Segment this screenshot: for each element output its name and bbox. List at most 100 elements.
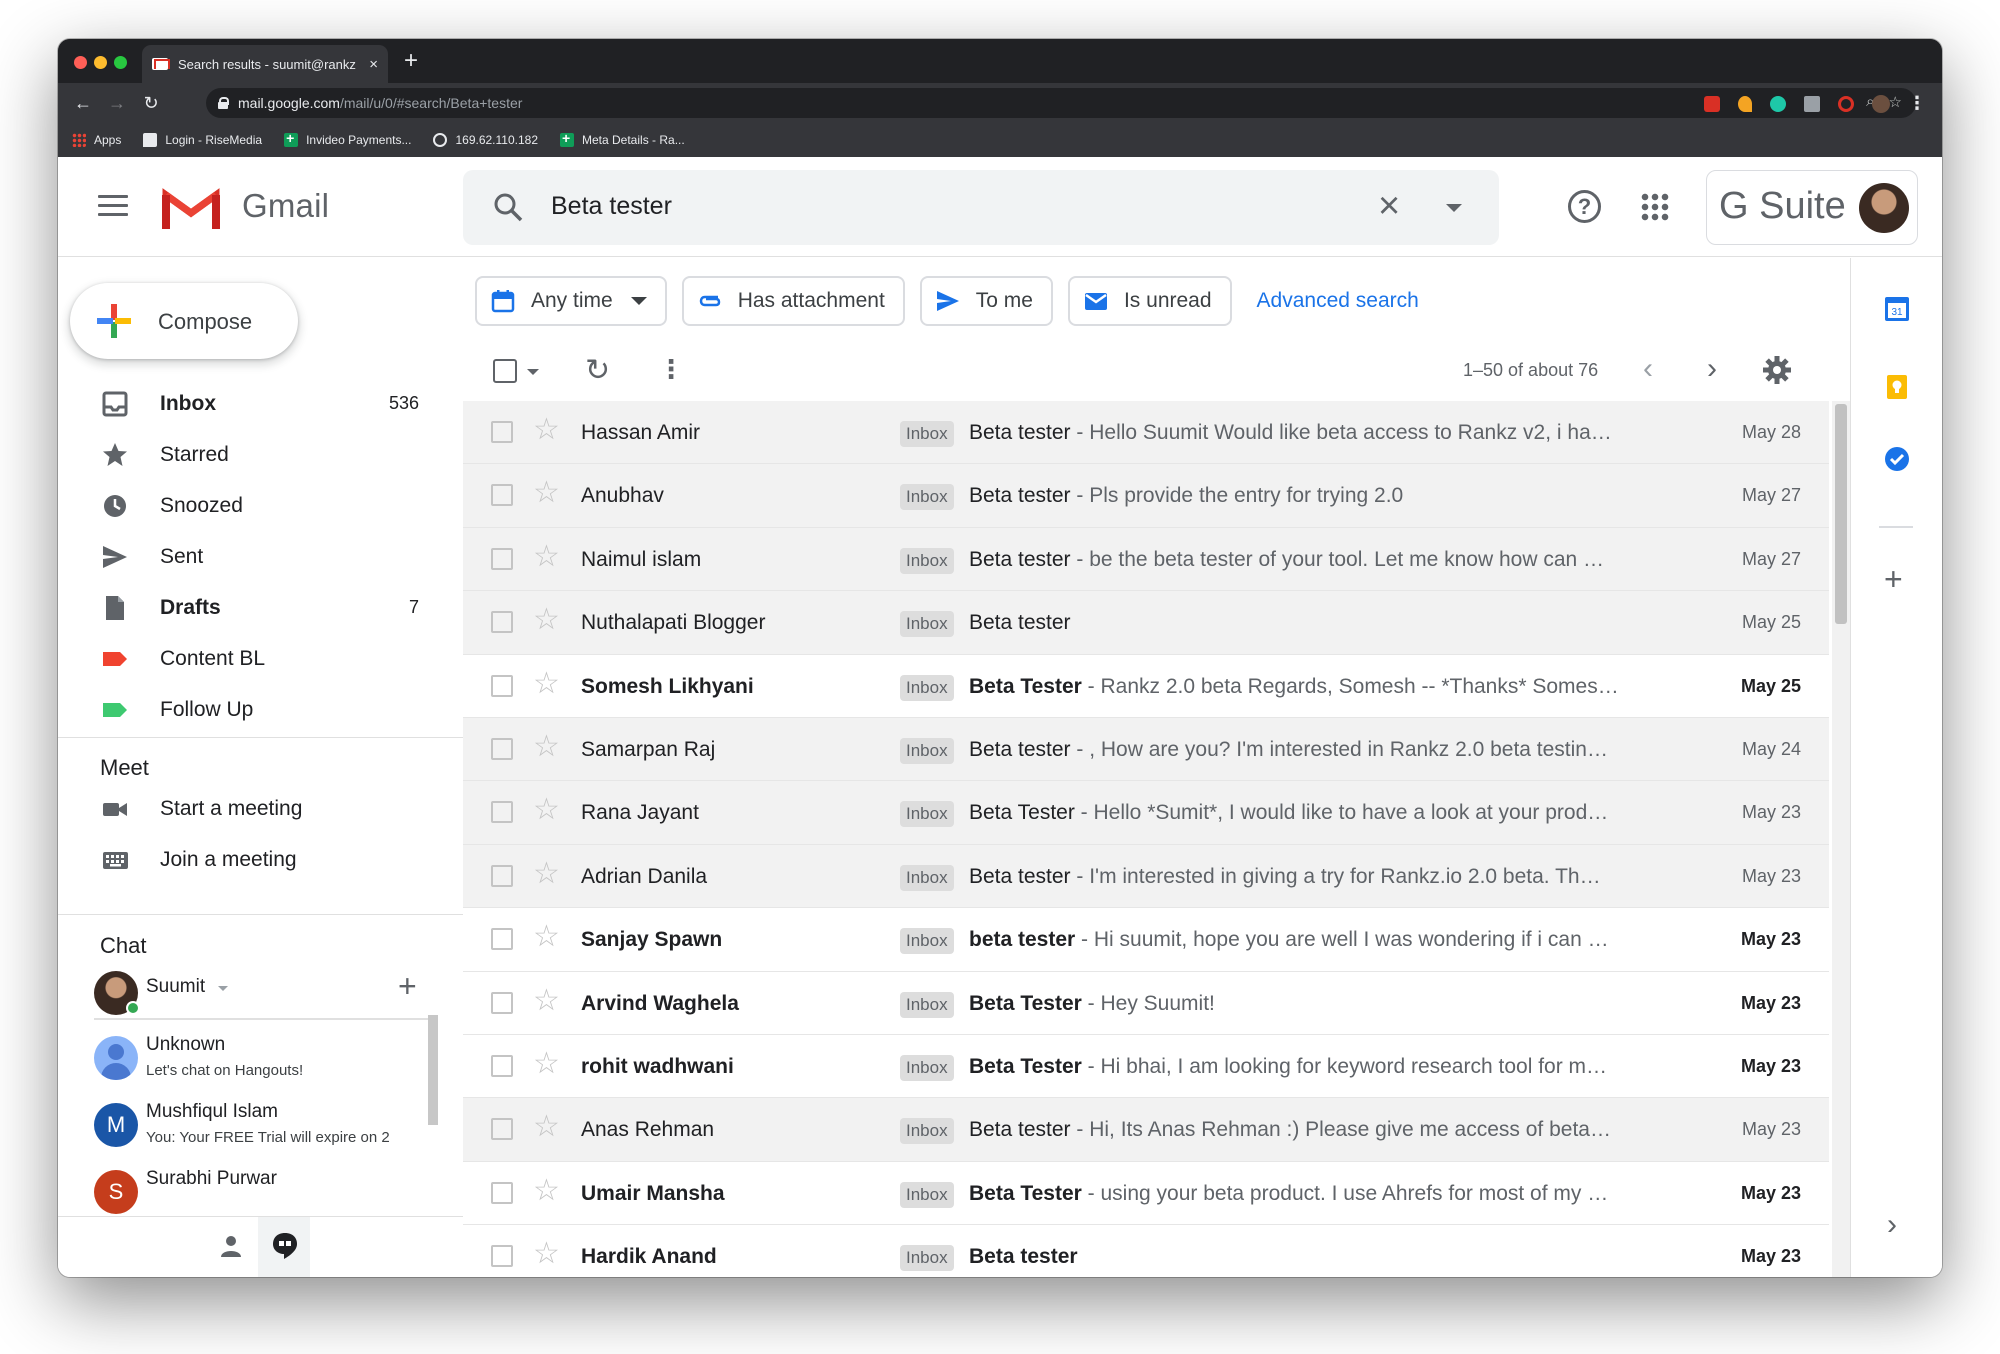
more-actions-icon[interactable]: ⋮ bbox=[658, 354, 684, 384]
scrollbar-thumb[interactable] bbox=[1835, 404, 1847, 624]
star-toggle-icon[interactable]: ☆ bbox=[533, 1048, 560, 1079]
newer-page-icon[interactable]: ‹ bbox=[1643, 352, 1653, 386]
browser-tab-active[interactable]: Search results - suumit@rankz × bbox=[142, 45, 388, 83]
star-toggle-icon[interactable]: ☆ bbox=[533, 731, 560, 762]
address-bar[interactable]: mail.google.com /mail/u/0/#search/Beta+t… bbox=[206, 88, 1916, 118]
star-toggle-icon[interactable]: ☆ bbox=[533, 478, 560, 508]
row-checkbox[interactable] bbox=[491, 674, 513, 697]
bookmark-meta-details[interactable]: Meta Details - Ra... bbox=[560, 130, 685, 147]
compose-button[interactable]: Compose bbox=[70, 283, 298, 359]
row-checkbox[interactable] bbox=[491, 928, 513, 951]
email-row[interactable]: ☆ Umair Mansha Inbox Beta Tester - using yo… bbox=[463, 1161, 1829, 1226]
hangouts-icon[interactable] bbox=[271, 1232, 299, 1260]
row-checkbox[interactable] bbox=[491, 484, 513, 507]
star-toggle-icon[interactable]: ☆ bbox=[533, 795, 560, 825]
bookmark-ip[interactable]: 169.62.110.182 bbox=[433, 133, 538, 147]
email-row[interactable]: ☆ Adrian Danila Inbox Beta tester - I'm int… bbox=[463, 844, 1829, 909]
email-row[interactable]: ☆ Hassan Amir Inbox Beta tester - Hello Suu… bbox=[463, 401, 1829, 465]
star-toggle-icon[interactable]: ☆ bbox=[533, 605, 560, 635]
older-page-icon[interactable]: › bbox=[1707, 352, 1717, 386]
star-toggle-icon[interactable]: ☆ bbox=[533, 922, 560, 952]
email-row[interactable]: ☆ Sanjay Spawn Inbox beta tester - Hi suumi… bbox=[463, 908, 1829, 972]
nav-item-follow-up[interactable]: Follow Up bbox=[58, 684, 463, 735]
chip-to-me[interactable]: To me bbox=[919, 276, 1053, 326]
chat-self-status[interactable]: Suumit + bbox=[94, 965, 434, 1023]
extension-target-icon[interactable] bbox=[1838, 95, 1854, 112]
reload-icon[interactable]: ↻ bbox=[134, 93, 168, 114]
extension-badge-icon[interactable] bbox=[1704, 95, 1720, 112]
new-tab-button[interactable]: + bbox=[404, 47, 418, 75]
tab-close-icon[interactable]: × bbox=[369, 56, 378, 73]
nav-item-snoozed[interactable]: Snoozed bbox=[58, 480, 463, 531]
star-toggle-icon[interactable]: ☆ bbox=[533, 858, 560, 889]
search-bar[interactable]: Beta tester × bbox=[463, 170, 1499, 245]
email-row[interactable]: ☆ Anas Rehman Inbox Beta tester - Hi, Its A… bbox=[463, 1098, 1829, 1162]
account-switcher[interactable]: G Suite bbox=[1706, 170, 1918, 245]
email-row[interactable]: ☆ Nuthalapati Blogger Inbox Beta tester May … bbox=[463, 591, 1829, 655]
chat-scrollbar[interactable] bbox=[428, 1015, 438, 1125]
row-checkbox[interactable] bbox=[491, 737, 513, 760]
account-avatar[interactable] bbox=[1859, 183, 1909, 233]
contacts-person-icon[interactable] bbox=[218, 1233, 244, 1259]
google-apps-icon[interactable] bbox=[1640, 192, 1670, 222]
nav-item-sent[interactable]: Sent bbox=[58, 531, 463, 582]
email-row[interactable]: ☆ Samarpan Raj Inbox Beta tester - , How ar… bbox=[463, 717, 1829, 782]
close-window-button[interactable] bbox=[74, 56, 87, 69]
chat-contact[interactable]: M Mushfiqul Islam You: Your FREE Trial w… bbox=[94, 1097, 434, 1155]
settings-gear-icon[interactable] bbox=[1763, 356, 1791, 384]
extension-m-icon[interactable] bbox=[1770, 95, 1786, 112]
advanced-search-link[interactable]: Advanced search bbox=[1257, 289, 1419, 313]
chip-has-attachment[interactable]: Has attachment bbox=[681, 276, 905, 326]
start-meeting-item[interactable]: Start a meeting bbox=[58, 783, 463, 834]
row-checkbox[interactable] bbox=[491, 421, 513, 443]
extension-e-icon[interactable] bbox=[1804, 95, 1820, 112]
email-list-scrollbar[interactable] bbox=[1832, 401, 1850, 1277]
minimize-window-button[interactable] bbox=[94, 56, 107, 69]
email-row[interactable]: ☆ rohit wadhwani Inbox Beta Tester - Hi bha… bbox=[463, 1034, 1829, 1099]
email-row[interactable]: ☆ Hardik Anand Inbox Beta tester May 23 bbox=[463, 1225, 1829, 1277]
row-checkbox[interactable] bbox=[491, 991, 513, 1014]
star-toggle-icon[interactable]: ☆ bbox=[533, 541, 560, 572]
email-row[interactable]: ☆ Naimul islam Inbox Beta tester - be the b… bbox=[463, 527, 1829, 592]
star-toggle-icon[interactable]: ☆ bbox=[533, 1239, 560, 1269]
chip-is-unread[interactable]: Is unread bbox=[1067, 276, 1232, 326]
row-checkbox[interactable] bbox=[491, 1181, 513, 1204]
google-tasks-icon[interactable] bbox=[1884, 446, 1910, 472]
search-icon[interactable] bbox=[493, 192, 523, 222]
row-checkbox[interactable] bbox=[491, 864, 513, 887]
bookmark-invideo[interactable]: Invideo Payments... bbox=[284, 130, 411, 147]
select-options-icon[interactable] bbox=[527, 369, 539, 375]
row-checkbox[interactable] bbox=[491, 611, 513, 634]
nav-item-drafts[interactable]: Drafts 7 bbox=[58, 582, 463, 633]
email-row[interactable]: ☆ Arvind Waghela Inbox Beta Tester - Hey Su… bbox=[463, 971, 1829, 1035]
select-all-checkbox[interactable] bbox=[493, 359, 517, 383]
star-toggle-icon[interactable]: ☆ bbox=[533, 1112, 560, 1142]
email-row[interactable]: ☆ Rana Jayant Inbox Beta Tester - Hello *Su… bbox=[463, 781, 1829, 845]
google-calendar-icon[interactable]: 31 bbox=[1884, 296, 1910, 322]
clear-search-icon[interactable]: × bbox=[1378, 186, 1400, 226]
bookmark-risemedia[interactable]: Login - RiseMedia bbox=[143, 133, 262, 147]
help-icon[interactable]: ? bbox=[1568, 190, 1601, 223]
status-dropdown-icon[interactable] bbox=[218, 986, 228, 991]
google-keep-icon[interactable] bbox=[1884, 374, 1910, 400]
join-meeting-item[interactable]: Join a meeting bbox=[58, 834, 463, 885]
row-checkbox[interactable] bbox=[491, 801, 513, 824]
row-checkbox[interactable] bbox=[491, 547, 513, 570]
chat-contact[interactable]: S Surabhi Purwar bbox=[94, 1164, 434, 1216]
forward-icon[interactable]: → bbox=[100, 93, 134, 114]
gmail-logo-icon[interactable] bbox=[162, 187, 220, 229]
nav-item-content-bl[interactable]: Content BL bbox=[58, 633, 463, 684]
chip-any-time[interactable]: Any time bbox=[475, 276, 667, 326]
nav-item-inbox[interactable]: Inbox 536 bbox=[58, 378, 463, 429]
browser-menu-icon[interactable]: ⋮ bbox=[1908, 93, 1926, 114]
star-toggle-icon[interactable]: ☆ bbox=[533, 415, 560, 445]
bookmark-apps[interactable]: Apps bbox=[72, 133, 121, 147]
email-row[interactable]: ☆ Somesh Likhyani Inbox Beta Tester - Rankz… bbox=[463, 654, 1829, 718]
star-toggle-icon[interactable]: ☆ bbox=[533, 985, 560, 1016]
row-checkbox[interactable] bbox=[491, 1245, 513, 1268]
show-side-panel-icon[interactable]: › bbox=[1887, 1208, 1897, 1242]
get-addons-icon[interactable]: + bbox=[1884, 563, 1903, 595]
row-checkbox[interactable] bbox=[491, 1118, 513, 1141]
email-row[interactable]: ☆ Anubhav Inbox Beta tester - Pls provide t… bbox=[463, 464, 1829, 528]
refresh-icon[interactable]: ↻ bbox=[585, 356, 610, 386]
